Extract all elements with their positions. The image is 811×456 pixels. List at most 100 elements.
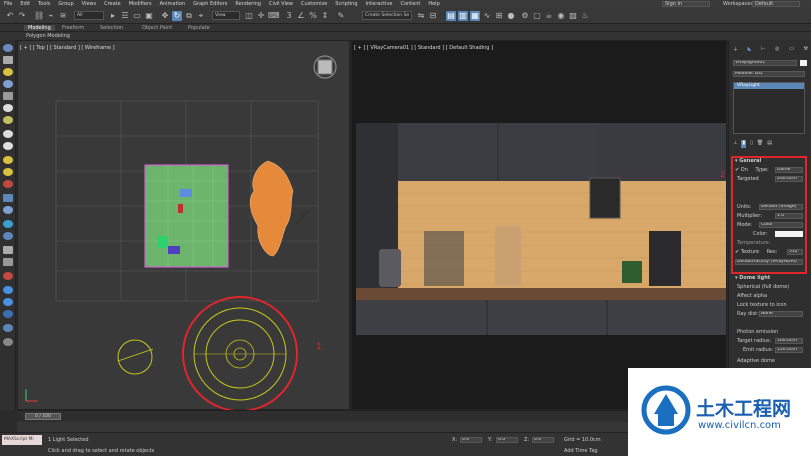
multiplier-field[interactable]: 1.0 bbox=[775, 213, 803, 219]
vray-fur-icon[interactable] bbox=[3, 206, 13, 214]
track-bar[interactable] bbox=[17, 422, 727, 432]
select-manipulate-icon[interactable]: ✛ bbox=[256, 11, 266, 21]
menu-item-civil-view[interactable]: Civil View bbox=[269, 1, 293, 7]
menu-item-edit[interactable]: Edit bbox=[20, 1, 30, 7]
stack-item-vraylight[interactable]: VRayLight bbox=[734, 83, 804, 89]
tab-freeform[interactable]: Freeform bbox=[62, 25, 84, 31]
workspace-dropdown[interactable]: Default bbox=[752, 1, 800, 7]
texture-map-button[interactable]: DefaultFacility (VRayHDRI) bbox=[735, 259, 803, 265]
link-icon[interactable]: ⛓ bbox=[34, 11, 44, 21]
display-tab-icon[interactable]: ▭ bbox=[789, 46, 794, 54]
adaptive-dome-checkbox[interactable]: Adaptive dome bbox=[737, 357, 811, 365]
object-color-swatch[interactable] bbox=[800, 60, 807, 66]
scale-icon[interactable]: ⧉ bbox=[184, 11, 194, 21]
spinner-snap-icon[interactable]: ⇕ bbox=[320, 11, 330, 21]
affect-alpha-checkbox[interactable]: Affect alpha bbox=[737, 292, 811, 300]
menu-item-customize[interactable]: Customize bbox=[301, 1, 327, 7]
menu-item-animation[interactable]: Animation bbox=[160, 1, 186, 7]
align-icon[interactable]: ⊟ bbox=[428, 11, 438, 21]
object-properties-icon[interactable] bbox=[3, 246, 13, 254]
teapot-icon[interactable]: ♨ bbox=[580, 11, 590, 21]
vray-sphere-icon[interactable] bbox=[3, 232, 13, 240]
maxscript-listener[interactable]: MAXScript Mi bbox=[2, 435, 42, 445]
reference-coord-dropdown[interactable]: View bbox=[212, 11, 240, 20]
show-end-result-icon[interactable]: ▮ bbox=[741, 140, 747, 148]
rendered-frame-window-icon[interactable]: ▢ bbox=[532, 11, 542, 21]
camera-target-gizmo[interactable] bbox=[117, 339, 153, 375]
menu-item-create[interactable]: Create bbox=[104, 1, 121, 7]
sign-in-button[interactable]: Sign In bbox=[662, 1, 710, 7]
menu-item-group[interactable]: Group bbox=[58, 1, 73, 7]
make-unique-icon[interactable]: ▯ bbox=[750, 140, 753, 148]
create-tab-icon[interactable]: ＋ bbox=[733, 46, 738, 54]
globe-icon-2[interactable] bbox=[3, 298, 13, 306]
menu-item-rendering[interactable]: Rendering bbox=[235, 1, 261, 7]
vray-proxy-icon[interactable] bbox=[3, 194, 13, 202]
tab-selection[interactable]: Selection bbox=[100, 25, 123, 31]
x-coord-field[interactable]: 0.0 bbox=[460, 437, 482, 443]
unlink-icon[interactable]: ⌁ bbox=[46, 11, 56, 21]
cameras-icon[interactable] bbox=[3, 80, 13, 88]
mirror-icon[interactable]: ⇋ bbox=[416, 11, 426, 21]
viewcube-icon[interactable] bbox=[317, 59, 333, 75]
lights-icon[interactable] bbox=[3, 68, 13, 76]
vray-frame-buffer-icon[interactable]: ▧ bbox=[568, 11, 578, 21]
sphere-icon-2[interactable] bbox=[3, 130, 13, 138]
bind-spacewarp-icon[interactable]: ≋ bbox=[58, 11, 68, 21]
snaps-icon[interactable]: 3 bbox=[284, 11, 294, 21]
spherical-checkbox[interactable]: Spherical (full dome) bbox=[737, 283, 811, 291]
viewport-top-label[interactable]: [ + ] [ Top ] [ Standard ] [ Wireframe ] bbox=[20, 45, 115, 51]
render-element-icon[interactable] bbox=[3, 180, 13, 188]
menu-item-tools[interactable]: Tools bbox=[38, 1, 50, 7]
kitchen-model[interactable] bbox=[144, 164, 229, 268]
named-selection-dropdown[interactable]: Create Selection Se bbox=[362, 11, 412, 20]
isolate-icon[interactable] bbox=[3, 258, 13, 266]
target-distance-field[interactable]: 200.0cm bbox=[775, 176, 803, 182]
menu-item-views[interactable]: Views bbox=[82, 1, 96, 7]
schematic-view-icon[interactable]: ⊞ bbox=[494, 11, 504, 21]
color-swatch[interactable] bbox=[775, 231, 803, 237]
tab-object-paint[interactable]: Object Paint bbox=[142, 25, 172, 31]
rollout-general[interactable]: ▾ General bbox=[735, 157, 811, 165]
pivot-icon[interactable]: ◫ bbox=[244, 11, 254, 21]
modifier-list-dropdown[interactable]: Modifier List bbox=[733, 71, 805, 77]
lock-texture-checkbox[interactable]: Lock texture to icon bbox=[737, 301, 811, 309]
layer-explorer-icon[interactable]: ▥ bbox=[458, 11, 468, 21]
add-time-tag[interactable]: Add Time Tag bbox=[564, 448, 598, 454]
y-coord-field[interactable]: 0.0 bbox=[496, 437, 518, 443]
menu-item-graph-editors[interactable]: Graph Editors bbox=[193, 1, 227, 7]
curve-editor-icon[interactable]: ∿ bbox=[482, 11, 492, 21]
selection-filter-dropdown[interactable]: All bbox=[74, 11, 104, 20]
angle-snap-icon[interactable]: ∠ bbox=[296, 11, 306, 21]
ray-dist-dropdown[interactable]: None bbox=[759, 311, 803, 317]
sphere-icon[interactable] bbox=[3, 104, 13, 112]
pin-stack-icon[interactable]: ⊥ bbox=[733, 140, 737, 148]
remove-modifier-icon[interactable]: 🗑 bbox=[757, 140, 763, 148]
tab-populate[interactable]: Populate bbox=[188, 25, 210, 31]
place-icon[interactable]: ⌖ bbox=[196, 11, 206, 21]
helpers-icon[interactable] bbox=[3, 92, 13, 100]
motion-tab-icon[interactable]: ◎ bbox=[775, 46, 779, 54]
vray-render-icon[interactable]: ◉ bbox=[556, 11, 566, 21]
menu-item-content[interactable]: Content bbox=[400, 1, 420, 7]
configure-sets-icon[interactable]: ▤ bbox=[767, 140, 772, 148]
emit-radius-field[interactable]: 150.0cm bbox=[775, 347, 803, 353]
select-by-name-icon[interactable]: ☰ bbox=[120, 11, 130, 21]
sun-icon[interactable] bbox=[3, 156, 13, 164]
vray-plane-icon[interactable] bbox=[3, 220, 13, 228]
create-box-icon[interactable] bbox=[3, 44, 13, 52]
keyboard-shortcut-icon[interactable]: ⌨ bbox=[268, 11, 280, 21]
menu-item-modifiers[interactable]: Modifiers bbox=[129, 1, 152, 7]
light-bulb-icon[interactable] bbox=[3, 116, 13, 124]
create-plane-icon[interactable] bbox=[3, 56, 13, 64]
tab-modeling[interactable]: Modeling bbox=[24, 25, 55, 31]
units-dropdown[interactable]: Default (image) bbox=[759, 204, 803, 210]
globe-icon[interactable] bbox=[3, 286, 13, 294]
viewport-camera-label[interactable]: [ + ] [ VRayCamera01 ] [ Standard ] [ De… bbox=[354, 45, 493, 51]
omni-light-icon[interactable] bbox=[3, 168, 13, 176]
edit-named-sets-icon[interactable]: ✎ bbox=[336, 11, 346, 21]
utilities-tab-icon[interactable]: ⚒ bbox=[803, 46, 807, 54]
redo-icon[interactable]: ↷ bbox=[17, 11, 27, 21]
vray-frame-icon[interactable] bbox=[3, 272, 13, 280]
vray-light-mix-icon[interactable] bbox=[3, 324, 13, 332]
